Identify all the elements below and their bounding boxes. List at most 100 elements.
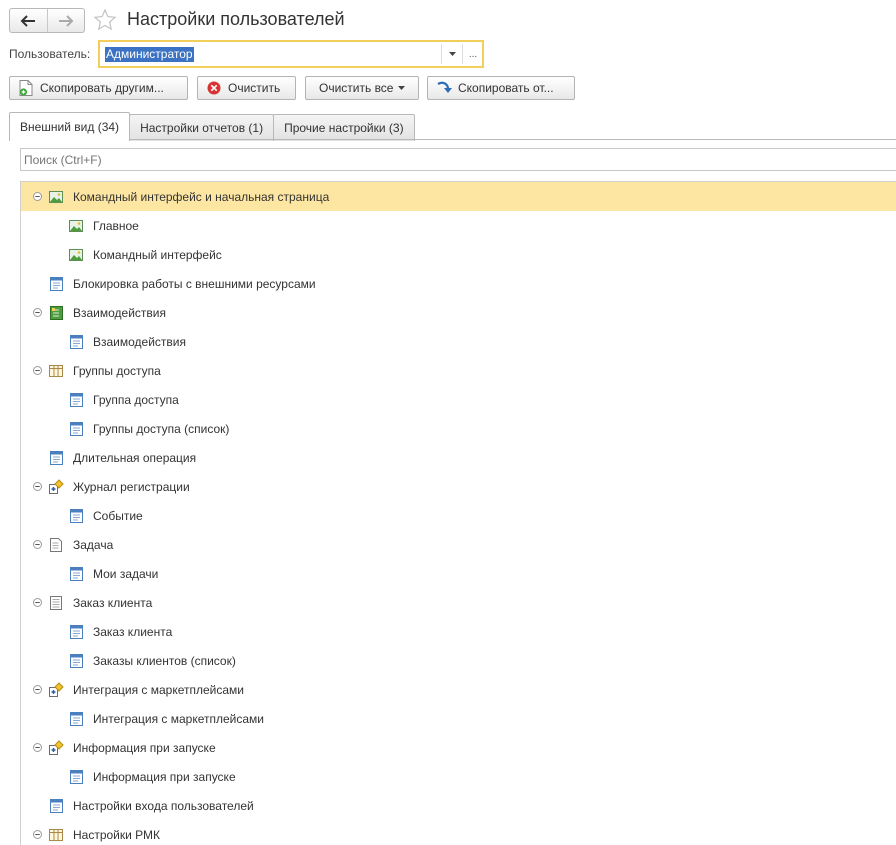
form-icon [68,421,84,437]
tree-row-label: Группа доступа [93,392,179,407]
tree-row[interactable]: Интеграция с маркетплейсами [21,675,896,704]
arrow-left-icon [20,14,36,27]
tree-row[interactable]: Группы доступа (список) [21,414,896,443]
picture-icon [68,218,84,234]
tree-row[interactable]: Информация при запуске [21,762,896,791]
tree-row[interactable]: Интеграция с маркетплейсами [21,704,896,733]
tab-appearance[interactable]: Внешний вид (34) [9,112,131,141]
tree-row[interactable]: Заказ клиента [21,617,896,646]
tree-row-label: Командный интерфейс [93,247,222,262]
collapse-toggle-icon[interactable] [31,191,43,203]
form-icon [68,653,84,669]
chevron-down-icon [398,86,406,90]
collapse-toggle-icon[interactable] [31,742,43,754]
back-button[interactable] [10,9,47,32]
copy-from-button[interactable]: Скопировать от... [427,76,575,100]
form-icon [68,334,84,350]
form-icon [68,711,84,727]
tree-row[interactable]: Взаимодействия [21,298,896,327]
tree-row-label: Заказ клиента [93,624,173,639]
collapse-toggle-icon[interactable] [31,539,43,551]
tab-other-settings[interactable]: Прочие настройки (3) [273,114,415,141]
tree-row[interactable]: Взаимодействия [21,327,896,356]
tree-row[interactable]: Событие [21,501,896,530]
favorite-star-icon[interactable] [93,8,117,32]
tree-row-label: Взаимодействия [93,334,186,349]
tree-row-label: Группы доступа [73,363,161,378]
form-icon [48,276,64,292]
tree-row[interactable]: Группы доступа [21,356,896,385]
tree-row[interactable]: Блокировка работы с внешними ресурсами [21,269,896,298]
picture-icon [68,247,84,263]
clear-all-button[interactable]: Очистить все [305,76,419,100]
catalog-icon [48,363,64,379]
user-field[interactable]: Администратор ... [98,40,484,68]
delete-icon [206,80,222,96]
copy-document-icon [18,80,34,96]
collapse-toggle-icon[interactable] [31,307,43,319]
tree-row[interactable]: Командный интерфейс и начальная страница [21,182,896,211]
form-icon [68,508,84,524]
copy-to-others-button[interactable]: Скопировать другим... [9,76,188,100]
form-icon [68,769,84,785]
collapse-toggle-icon[interactable] [31,481,43,493]
user-value[interactable]: Администратор [105,47,194,62]
page-title: Настройки пользователей [127,9,345,29]
tree-row-label: Блокировка работы с внешними ресурсами [73,276,316,291]
form-icon [48,798,64,814]
journal-icon [48,305,64,321]
catalog-icon [48,827,64,843]
tree-row[interactable]: Длительная операция [21,443,896,472]
search-input[interactable] [20,148,896,171]
tree-row-label: Задача [73,537,114,552]
document-lines-icon [48,595,64,611]
clear-button[interactable]: Очистить [197,76,296,100]
user-label: Пользователь: [9,47,91,61]
tree-row-label: Журнал регистрации [73,479,190,494]
collapse-toggle-icon[interactable] [31,597,43,609]
tree-row-label: Длительная операция [73,450,197,465]
navigation-buttons [9,8,85,33]
tab-report-settings[interactable]: Настройки отчетов (1) [129,114,275,141]
form-icon [48,450,64,466]
user-dropdown-button[interactable] [441,44,462,64]
arrow-right-icon [58,14,74,27]
tree-row[interactable]: Командный интерфейс [21,240,896,269]
tree-row-label: Заказ клиента [73,595,153,610]
clear-all-label: Очистить все [319,81,394,95]
tree-row[interactable]: Заказы клиентов (список) [21,646,896,675]
settings-tabs: Внешний вид (34) Настройки отчетов (1) П… [9,112,415,141]
tree-row[interactable]: Мои задачи [21,559,896,588]
form-icon [68,566,84,582]
collapse-toggle-icon[interactable] [31,365,43,377]
tree-row[interactable]: Журнал регистрации [21,472,896,501]
tree-row[interactable]: Задача [21,530,896,559]
tree-row[interactable]: Настройки входа пользователей [21,791,896,820]
tree-row-label: Интеграция с маркетплейсами [73,682,245,697]
tree-row-label: Настройки РМК [73,827,161,842]
tree-row-label: Событие [93,508,143,523]
collapse-toggle-icon[interactable] [31,829,43,841]
collapse-toggle-icon[interactable] [31,684,43,696]
tree-row-label: Группы доступа (список) [93,421,230,436]
forward-button[interactable] [46,9,85,32]
copy-to-others-label: Скопировать другим... [40,81,164,95]
copy-from-arrow-icon [436,80,452,96]
tree-row[interactable]: Группа доступа [21,385,896,414]
tree-row-label: Командный интерфейс и начальная страница [73,189,330,204]
tree-row-label: Главное [93,218,139,233]
tree-row[interactable]: Заказ клиента [21,588,896,617]
copy-from-label: Скопировать от... [458,81,554,95]
user-choose-button[interactable]: ... [462,44,483,64]
tree-row[interactable]: Настройки РМК [21,820,896,845]
tree-row[interactable]: Главное [21,211,896,240]
tree-row-label: Взаимодействия [73,305,166,320]
tree-row-label: Информация при запуске [93,769,236,784]
tree-row-label: Мои задачи [93,566,159,581]
tree-row[interactable]: Информация при запуске [21,733,896,762]
tree-row-label: Заказы клиентов (список) [93,653,236,668]
processing-icon [48,478,64,495]
settings-tree: Командный интерфейс и начальная страница… [20,181,896,845]
dropdown-arrow-icon [448,52,456,56]
tree-row-label: Интеграция с маркетплейсами [93,711,265,726]
